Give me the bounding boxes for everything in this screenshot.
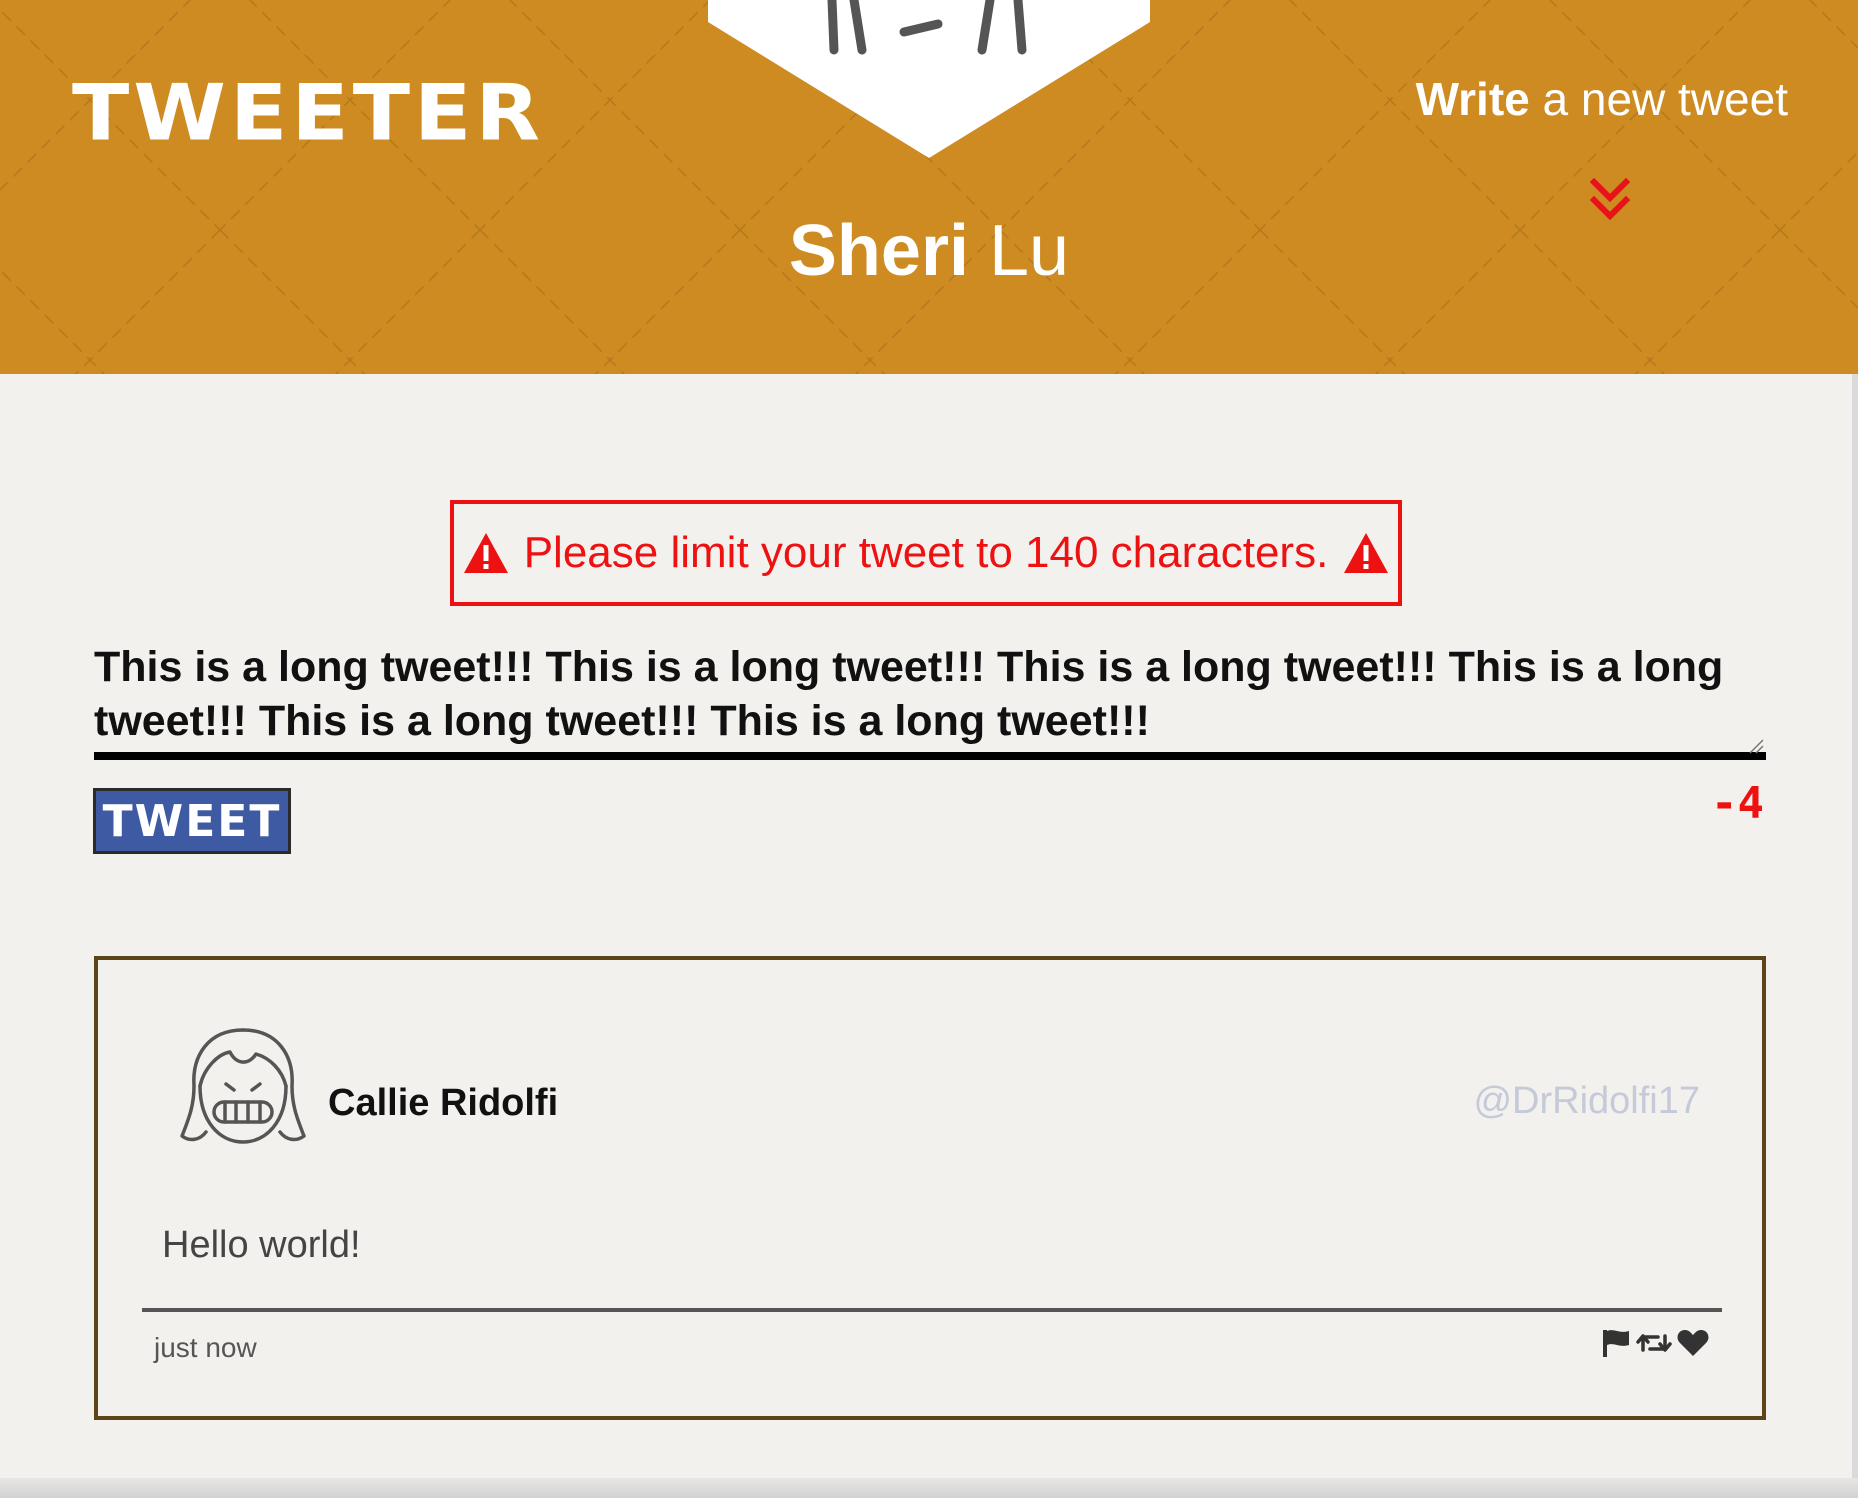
site-logo[interactable]: TWEETER — [72, 74, 544, 151]
page-edge — [1852, 374, 1858, 1498]
compose-toggle-strong: Write — [1415, 73, 1530, 125]
flag-icon[interactable] — [1600, 1328, 1632, 1358]
site-header: TWEETER Write a new tweet Sheri Lu — [0, 0, 1858, 374]
profile-name: Sheri Lu — [0, 211, 1858, 291]
tweet-submit-button[interactable]: TWEET — [93, 788, 291, 854]
retweet-icon[interactable] — [1636, 1328, 1672, 1358]
write-new-tweet-toggle[interactable]: Write a new tweet — [1368, 74, 1788, 125]
tweet-divider — [142, 1308, 1722, 1312]
resize-handle-icon[interactable] — [1748, 738, 1764, 754]
tweet-body: Hello world! — [162, 1224, 361, 1266]
page-bottom-edge — [0, 1478, 1858, 1498]
tweet-author-handle[interactable]: @DrRidolfi17 — [1473, 1080, 1700, 1123]
tweet-timestamp: just now — [154, 1332, 257, 1363]
tweet-actions — [1600, 1328, 1710, 1358]
heart-icon[interactable] — [1676, 1328, 1710, 1358]
profile-last-name: Lu — [989, 211, 1070, 291]
error-message-text: Please limit your tweet to 140 character… — [523, 528, 1329, 577]
warning-triangle-icon — [463, 533, 508, 573]
tweet-textarea[interactable] — [94, 640, 1766, 760]
profile-first-name: Sheri — [788, 211, 969, 291]
error-message: Please limit your tweet to 140 character… — [450, 500, 1402, 606]
warning-triangle-icon — [1344, 533, 1389, 573]
tweet-card: Callie Ridolfi @DrRidolfi17 Hello world!… — [94, 956, 1766, 1420]
tweet-author-name[interactable]: Callie Ridolfi — [328, 1082, 558, 1125]
compose-toggle-rest: a new tweet — [1529, 73, 1789, 125]
girl-avatar-icon — [180, 1028, 306, 1144]
character-counter: -4 — [1711, 778, 1764, 829]
profile-avatar-icon — [708, 0, 1150, 158]
